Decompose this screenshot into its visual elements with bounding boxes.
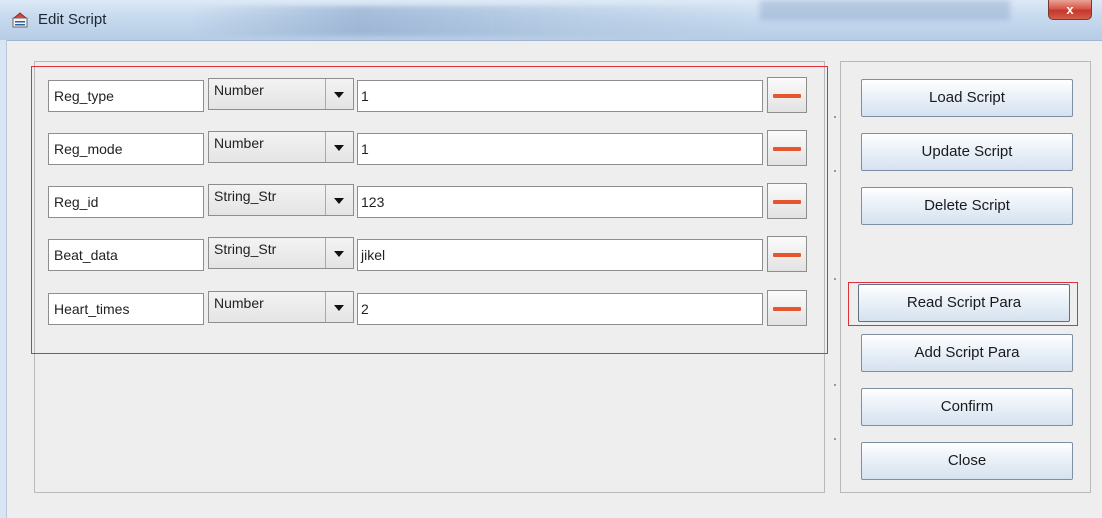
remove-param-button[interactable] bbox=[767, 130, 807, 166]
param-name-field[interactable]: Reg_mode bbox=[48, 133, 204, 165]
param-value-input[interactable]: 123 bbox=[357, 186, 763, 218]
read-para-highlight-box bbox=[848, 282, 1078, 326]
confirm-button[interactable]: Confirm bbox=[861, 388, 1073, 426]
load-script-button[interactable]: Load Script bbox=[861, 79, 1073, 117]
param-type-select[interactable]: Number bbox=[208, 291, 354, 323]
separator-dot bbox=[834, 278, 836, 280]
title-bar-background-blur bbox=[190, 6, 750, 36]
remove-param-button[interactable] bbox=[767, 77, 807, 113]
param-type-value: String_Str bbox=[209, 238, 326, 268]
actions-panel bbox=[840, 61, 1091, 493]
close-button[interactable]: Close bbox=[861, 442, 1073, 480]
window-title: Edit Script bbox=[38, 11, 107, 28]
param-value-input[interactable]: 1 bbox=[357, 80, 763, 112]
separator-dot bbox=[834, 170, 836, 172]
param-name-field[interactable]: Reg_id bbox=[48, 186, 204, 218]
add-script-para-button[interactable]: Add Script Para bbox=[861, 334, 1073, 372]
param-type-select[interactable]: Number bbox=[208, 131, 354, 163]
chevron-down-icon[interactable] bbox=[326, 79, 353, 109]
chevron-down-icon[interactable] bbox=[326, 132, 353, 162]
param-value-input[interactable]: 1 bbox=[357, 133, 763, 165]
param-name-field[interactable]: Reg_type bbox=[48, 80, 204, 112]
param-type-value: Number bbox=[209, 132, 326, 162]
chevron-down-icon[interactable] bbox=[326, 292, 353, 322]
remove-param-button[interactable] bbox=[767, 290, 807, 326]
param-type-select[interactable]: String_Str bbox=[208, 237, 354, 269]
window-close-button[interactable]: x bbox=[1048, 0, 1092, 20]
param-type-select[interactable]: Number bbox=[208, 78, 354, 110]
param-value-input[interactable]: jikel bbox=[357, 239, 763, 271]
separator-dot bbox=[834, 116, 836, 118]
remove-param-button[interactable] bbox=[767, 236, 807, 272]
param-type-value: Number bbox=[209, 292, 326, 322]
close-icon: x bbox=[1066, 2, 1074, 17]
param-name-field[interactable]: Heart_times bbox=[48, 293, 204, 325]
update-script-button[interactable]: Update Script bbox=[861, 133, 1073, 171]
param-type-select[interactable]: String_Str bbox=[208, 184, 354, 216]
param-name-field[interactable]: Beat_data bbox=[48, 239, 204, 271]
delete-script-button[interactable]: Delete Script bbox=[861, 187, 1073, 225]
separator-dot bbox=[834, 438, 836, 440]
param-type-value: Number bbox=[209, 79, 326, 109]
param-value-input[interactable]: 2 bbox=[357, 293, 763, 325]
app-icon bbox=[12, 12, 28, 28]
chevron-down-icon[interactable] bbox=[326, 185, 353, 215]
title-bar: Edit Script x bbox=[0, 0, 1102, 41]
chevron-down-icon[interactable] bbox=[326, 238, 353, 268]
window-left-border bbox=[0, 40, 7, 518]
separator-dot bbox=[834, 384, 836, 386]
param-type-value: String_Str bbox=[209, 185, 326, 215]
title-bar-background-blur-2 bbox=[760, 0, 1010, 20]
remove-param-button[interactable] bbox=[767, 183, 807, 219]
